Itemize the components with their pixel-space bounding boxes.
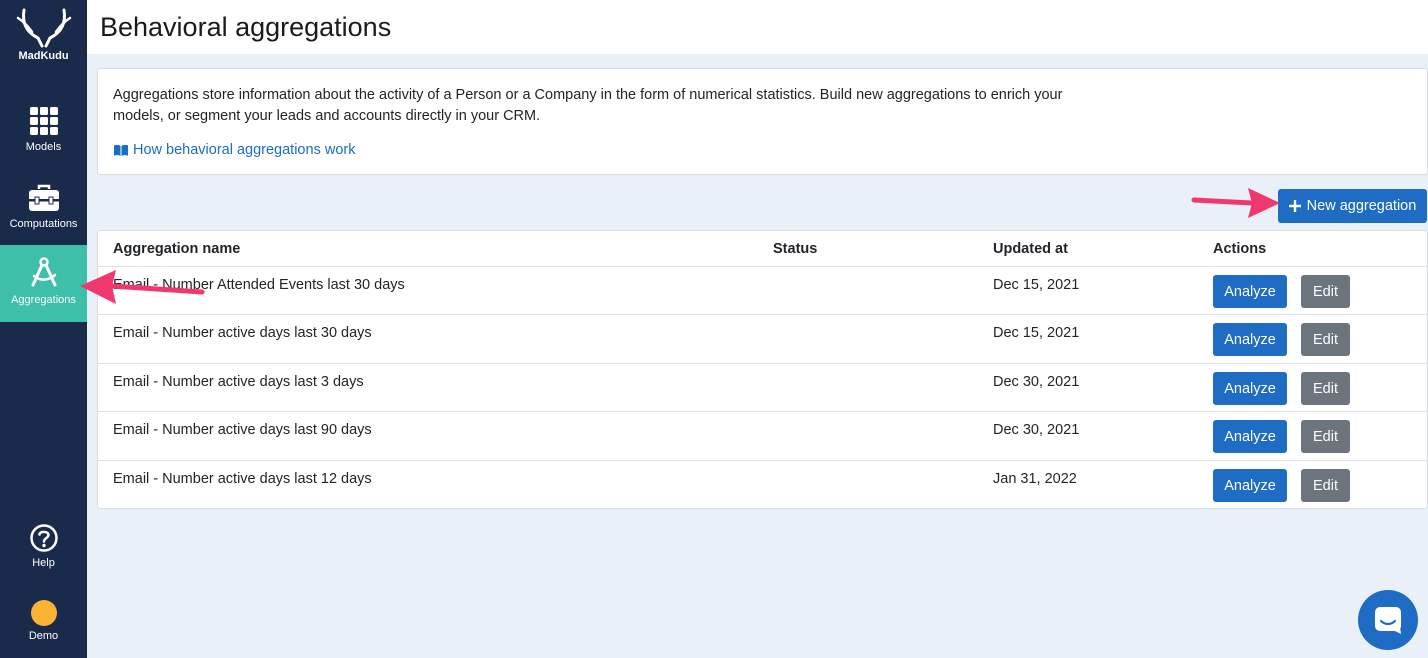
sidebar-item-user[interactable]: Demo: [0, 600, 87, 658]
new-aggregation-label: New aggregation: [1306, 198, 1417, 214]
analyze-button[interactable]: Analyze: [1213, 420, 1287, 453]
row-name[interactable]: Email - Number active days last 90 days: [113, 422, 372, 438]
sidebar-item-help[interactable]: Help: [0, 520, 87, 597]
column-header-name[interactable]: Aggregation name: [113, 241, 240, 257]
row-name[interactable]: Email - Number Attended Events last 30 d…: [113, 277, 405, 293]
brand-name: MadKudu: [18, 50, 69, 62]
chat-icon: [1375, 607, 1401, 634]
edit-button[interactable]: Edit: [1301, 323, 1350, 356]
edit-button[interactable]: Edit: [1301, 469, 1350, 502]
row-updated: Dec 30, 2021: [993, 422, 1080, 438]
user-label: Demo: [28, 630, 59, 642]
row-updated: Dec 15, 2021: [993, 325, 1080, 341]
chat-launcher-button[interactable]: [1358, 590, 1418, 650]
compass-drafting-icon: [31, 257, 56, 287]
sidebar-item-label: Models: [25, 141, 62, 153]
row-updated: Jan 31, 2022: [993, 471, 1077, 487]
grid-icon: [29, 107, 58, 135]
annotation-arrow-right: [1191, 188, 1280, 218]
table-row: Email - Number active days last 12 days …: [98, 460, 1427, 508]
edit-button[interactable]: Edit: [1301, 372, 1350, 405]
sidebar-item-label: Computations: [9, 218, 78, 230]
info-description: Aggregations store information about the…: [113, 87, 1063, 124]
avatar: [30, 600, 57, 626]
row-name[interactable]: Email - Number active days last 12 days: [113, 471, 372, 487]
analyze-button[interactable]: Analyze: [1213, 275, 1287, 308]
column-header-status[interactable]: Status: [773, 241, 817, 257]
page-title: Behavioral aggregations: [100, 12, 392, 42]
book-icon: [114, 144, 128, 156]
sidebar-item-computations[interactable]: Computations: [0, 177, 87, 254]
kudu-horns-icon: [16, 8, 71, 48]
page-header: Behavioral aggregations: [87, 0, 1428, 54]
edit-button[interactable]: Edit: [1301, 275, 1350, 308]
column-header-actions: Actions: [1213, 241, 1267, 257]
help-docs-link[interactable]: How behavioral aggregations work: [113, 142, 355, 158]
sidebar: MadKudu Models Computations Aggregations…: [0, 0, 87, 658]
row-name[interactable]: Email - Number active days last 30 days: [113, 325, 372, 341]
table-row: Email - Number active days last 90 days …: [98, 411, 1427, 460]
row-updated: Dec 30, 2021: [993, 374, 1080, 390]
aggregations-table: Aggregation name Status Updated at Actio…: [97, 230, 1428, 509]
analyze-button[interactable]: Analyze: [1213, 372, 1287, 405]
info-card: Aggregations store information about the…: [97, 68, 1428, 175]
table-row: Email - Number active days last 3 days D…: [98, 363, 1427, 411]
sidebar-item-models[interactable]: Models: [0, 100, 87, 177]
help-label: Help: [32, 557, 55, 569]
column-header-updated[interactable]: Updated at: [993, 241, 1068, 257]
sidebar-item-label: Aggregations: [11, 294, 76, 306]
row-name[interactable]: Email - Number active days last 3 days: [113, 374, 364, 390]
brand-logo[interactable]: MadKudu: [0, 8, 87, 62]
new-aggregation-button[interactable]: New aggregation: [1278, 189, 1427, 223]
row-updated: Dec 15, 2021: [993, 277, 1080, 293]
table-row: Email - Number Attended Events last 30 d…: [98, 266, 1427, 314]
question-circle-icon: [29, 524, 58, 552]
table-row: Email - Number active days last 30 days …: [98, 314, 1427, 363]
edit-button[interactable]: Edit: [1301, 420, 1350, 453]
analyze-button[interactable]: Analyze: [1213, 469, 1287, 502]
help-docs-link-label: How behavioral aggregations work: [133, 142, 356, 158]
sidebar-item-aggregations[interactable]: Aggregations: [0, 245, 87, 322]
plus-icon: [1288, 200, 1301, 212]
toolbox-icon: [28, 184, 59, 211]
analyze-button[interactable]: Analyze: [1213, 323, 1287, 356]
